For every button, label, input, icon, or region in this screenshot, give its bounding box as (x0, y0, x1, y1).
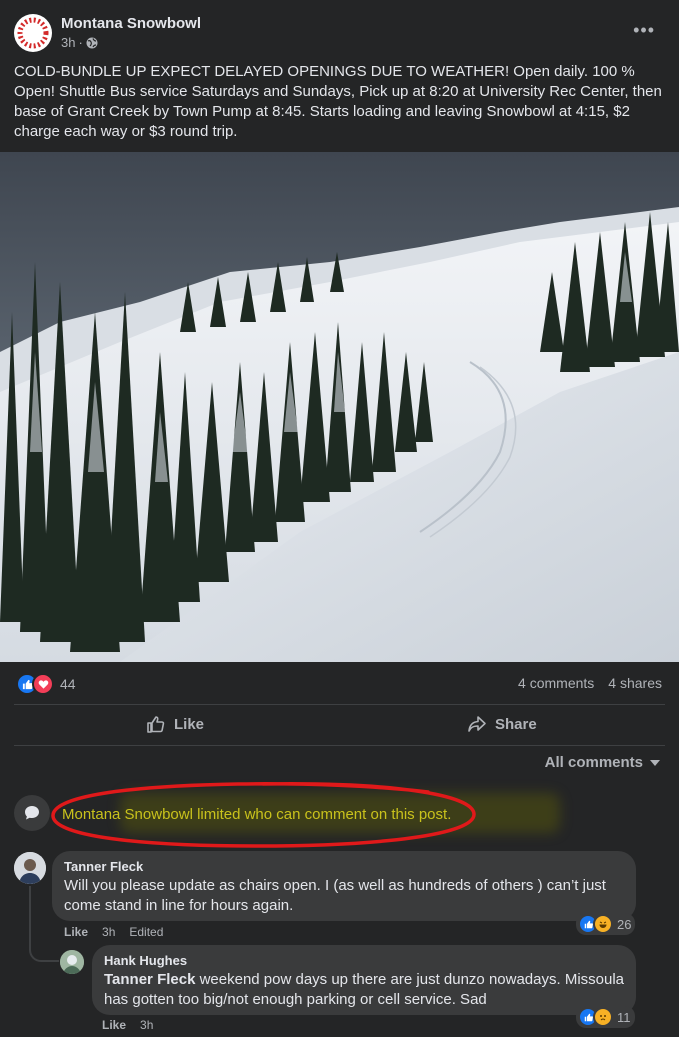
post-text: COLD-BUNDLE UP EXPECT DELAYED OPENINGS D… (14, 63, 662, 140)
avatar[interactable] (60, 950, 84, 974)
comment-author[interactable]: Tanner Fleck (64, 859, 624, 874)
caret-down-icon (650, 759, 660, 766)
share-button[interactable]: Share (467, 704, 537, 744)
comment-edited: Edited (129, 925, 164, 939)
comment-like-button[interactable]: Like (102, 1018, 126, 1032)
engagement-counts: 4 comments 4 shares (518, 675, 662, 691)
post-card: Montana Snowbowl 3h · ••• COLD-BUNDLE UP… (0, 0, 679, 1037)
divider (14, 745, 665, 746)
shares-count[interactable]: 4 shares (608, 675, 662, 691)
reply-thread-line (29, 886, 59, 962)
comment-reactions[interactable]: 11 (576, 1006, 635, 1028)
more-options-button[interactable]: ••• (633, 20, 655, 41)
comment-time[interactable]: 3h (140, 1018, 153, 1032)
comment-meta: Like 3h (102, 1018, 153, 1032)
snowbowl-logo-icon (15, 15, 51, 51)
comment-reactions[interactable]: 26 (576, 913, 636, 935)
avatar-photo-icon (14, 852, 46, 884)
haha-reaction-icon (593, 914, 613, 934)
mention-link[interactable]: Tanner Fleck (104, 971, 195, 988)
red-circle-annotation (51, 782, 476, 848)
comment-reaction-count: 11 (617, 1009, 631, 1025)
comment-text: Will you please update as chairs open. I… (64, 877, 606, 914)
page-name[interactable]: Montana Snowbowl (61, 15, 201, 32)
avatar-photo-icon (60, 950, 84, 974)
reactions-summary[interactable]: 44 (16, 673, 76, 695)
post-time[interactable]: 3h (61, 35, 75, 50)
comment-time[interactable]: 3h (102, 925, 115, 939)
comment-text: Tanner Fleck weekend pow days up there a… (104, 970, 624, 1010)
like-button[interactable]: Like (146, 704, 204, 744)
comments-filter-dropdown[interactable]: All comments (545, 754, 661, 771)
reply-bubble: Hank Hughes Tanner Fleck weekend pow day… (92, 945, 636, 1015)
snowy-mountain-photo (0, 152, 679, 662)
love-reaction-icon (32, 673, 54, 695)
comments-filter-label: All comments (544, 754, 643, 771)
comment-like-button[interactable]: Like (64, 925, 88, 939)
share-label: Share (495, 715, 537, 733)
post-header: Montana Snowbowl 3h · ••• (14, 14, 665, 54)
reaction-count: 44 (60, 676, 76, 692)
avatar[interactable] (14, 852, 46, 884)
globe-icon (86, 37, 98, 48)
comment-meta: Like 3h Edited (64, 925, 163, 939)
comment-limited-icon (14, 795, 50, 831)
like-label: Like (174, 715, 205, 733)
comment-reaction-count: 26 (617, 916, 632, 932)
thumbs-up-icon (147, 716, 165, 733)
comment-author[interactable]: Hank Hughes (104, 953, 624, 968)
comments-count[interactable]: 4 comments (518, 675, 594, 691)
divider (14, 704, 665, 705)
page-avatar[interactable] (14, 14, 52, 52)
comment-bubble: Tanner Fleck Will you please update as c… (52, 851, 636, 921)
share-arrow-icon (468, 716, 486, 732)
sad-reaction-icon (593, 1007, 613, 1027)
post-image[interactable] (0, 152, 679, 662)
post-meta: 3h · (61, 35, 98, 50)
